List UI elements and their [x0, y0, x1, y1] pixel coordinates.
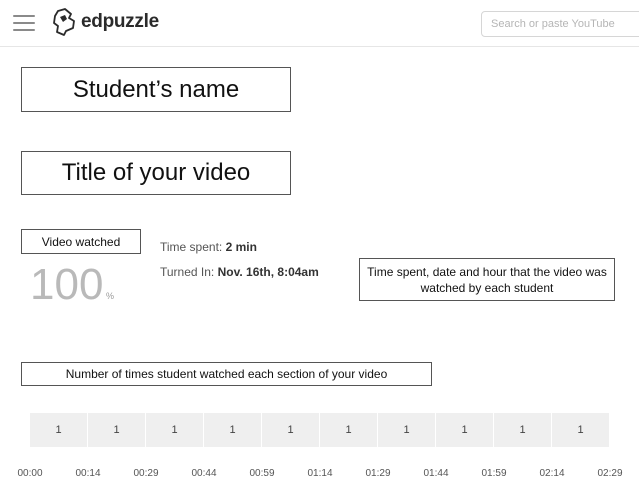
- timeline-tick-label: 01:29: [365, 468, 391, 479]
- section-view-count[interactable]: 1: [262, 413, 320, 447]
- timeline-tick-label: 01:59: [481, 468, 507, 479]
- section-view-count[interactable]: 1: [378, 413, 436, 447]
- student-name-label: Student’s name: [21, 67, 291, 112]
- menu-icon[interactable]: [13, 15, 35, 31]
- turned-in-value: Nov. 16th, 8:04am: [217, 265, 319, 279]
- section-view-count[interactable]: 1: [494, 413, 552, 447]
- section-view-count[interactable]: 1: [204, 413, 262, 447]
- progress-percent-unit: %: [106, 291, 115, 301]
- search-input[interactable]: [481, 11, 639, 37]
- edpuzzle-logo-icon[interactable]: [51, 8, 77, 36]
- timeline-tick-label: 02:14: [539, 468, 565, 479]
- timeline-tick-label: 02:29: [597, 468, 623, 479]
- time-spent-stat: Time spent: 2 min: [160, 240, 257, 254]
- time-spent-value: 2 min: [225, 240, 257, 254]
- section-view-count[interactable]: 1: [88, 413, 146, 447]
- video-watched-label: Video watched: [21, 229, 141, 254]
- time-annotation-box: Time spent, date and hour that the video…: [359, 258, 615, 301]
- section-view-count[interactable]: 1: [30, 413, 88, 447]
- progress-percent: 100: [30, 260, 104, 309]
- section-view-count[interactable]: 1: [320, 413, 378, 447]
- sections-annotation-box: Number of times student watched each sec…: [21, 362, 432, 386]
- timeline-tick-label: 01:14: [307, 468, 333, 479]
- section-view-count[interactable]: 1: [552, 413, 610, 447]
- turned-in-stat: Turned In: Nov. 16th, 8:04am: [160, 265, 319, 279]
- section-view-count[interactable]: 1: [146, 413, 204, 447]
- turned-in-label: Turned In:: [160, 265, 215, 279]
- timeline-tick-label: 00:29: [133, 468, 159, 479]
- timeline-tick-label: 00:59: [249, 468, 275, 479]
- video-title-label: Title of your video: [21, 151, 291, 195]
- top-bar: edpuzzle: [0, 0, 639, 47]
- time-spent-label: Time spent:: [160, 240, 223, 254]
- logo-text[interactable]: edpuzzle: [81, 11, 159, 33]
- section-view-count[interactable]: 1: [436, 413, 494, 447]
- timeline-tick-label: 00:44: [191, 468, 217, 479]
- timeline-tick-label: 00:00: [17, 468, 43, 479]
- timeline-tick-label: 01:44: [423, 468, 449, 479]
- timeline-tick-label: 00:14: [75, 468, 101, 479]
